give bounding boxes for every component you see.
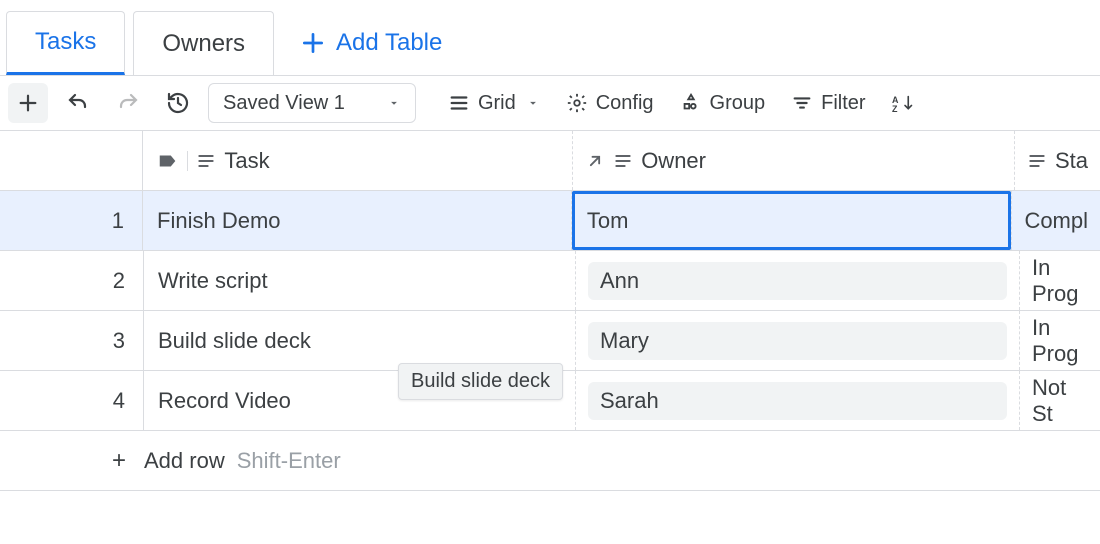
history-button[interactable] [158, 83, 198, 123]
caret-down-icon [387, 96, 401, 110]
group-label: Group [710, 92, 766, 115]
table-tabs: Tasks Owners Add Table [0, 0, 1100, 75]
redo-button[interactable] [108, 83, 148, 123]
group-button[interactable]: Group [672, 83, 774, 123]
table-row[interactable]: 2 Write script Ann In Prog [0, 251, 1100, 311]
table-row[interactable]: 1 Finish Demo Tom Compl [0, 191, 1100, 251]
table-row[interactable]: 3 Build slide deck Build slide deck Mary… [0, 311, 1100, 371]
column-header-status[interactable]: Sta [1015, 131, 1100, 190]
lookup-arrow-icon [585, 151, 605, 171]
grid-icon [448, 92, 470, 114]
add-row-shortcut: Shift-Enter [237, 448, 341, 474]
add-row-button[interactable]: + Add row Shift-Enter [0, 431, 1100, 491]
config-label: Config [596, 92, 654, 115]
tab-owners[interactable]: Owners [133, 11, 274, 75]
saved-view-label: Saved View 1 [223, 92, 345, 115]
cell-owner[interactable]: Tom [572, 191, 1013, 250]
row-number-header [0, 131, 143, 190]
view-type-select[interactable]: Grid [440, 83, 548, 123]
column-status-label: Sta [1055, 148, 1088, 174]
cell-status[interactable]: In Prog [1020, 311, 1100, 370]
row-number: 4 [0, 371, 144, 430]
text-type-icon [1027, 151, 1047, 171]
owner-chip[interactable]: Mary [588, 322, 1007, 360]
row-number: 1 [0, 191, 143, 250]
row-number: 2 [0, 251, 144, 310]
cell-owner[interactable]: Sarah [576, 371, 1020, 430]
tab-label: Owners [162, 30, 245, 58]
add-table-label: Add Table [336, 29, 442, 57]
column-task-label: Task [224, 148, 269, 174]
row-number: 3 [0, 311, 144, 370]
group-icon [680, 92, 702, 114]
data-grid: Task Owner Sta 1 Fi [0, 131, 1100, 491]
column-header-task[interactable]: Task [143, 131, 573, 190]
cell-status[interactable]: Not St [1020, 371, 1100, 430]
column-header-row: Task Owner Sta [0, 131, 1100, 191]
svg-text:Z: Z [892, 104, 898, 114]
cell-status[interactable]: Compl [1012, 191, 1100, 250]
owner-chip[interactable]: Sarah [588, 382, 1007, 420]
cell-task[interactable]: Write script [144, 251, 576, 310]
sort-az-icon: AZ [892, 91, 918, 115]
label-icon [157, 150, 179, 172]
cell-tooltip: Build slide deck [398, 363, 563, 400]
filter-label: Filter [821, 92, 865, 115]
cell-owner[interactable]: Ann [576, 251, 1020, 310]
saved-view-select[interactable]: Saved View 1 [208, 83, 416, 123]
column-header-owner[interactable]: Owner [573, 131, 1015, 190]
add-button[interactable] [8, 83, 48, 123]
cell-task[interactable]: Finish Demo [143, 191, 572, 250]
grid-label: Grid [478, 92, 516, 115]
text-type-icon [613, 151, 633, 171]
add-table-button[interactable]: Add Table [282, 11, 460, 75]
undo-button[interactable] [58, 83, 98, 123]
filter-icon [791, 92, 813, 114]
tab-label: Tasks [35, 28, 96, 56]
divider [187, 151, 188, 171]
cell-task[interactable]: Build slide deck Build slide deck [144, 311, 576, 370]
tab-tasks[interactable]: Tasks [6, 11, 125, 75]
plus-icon [300, 30, 326, 56]
caret-down-icon [526, 96, 540, 110]
gear-icon [566, 92, 588, 114]
sort-button[interactable]: AZ [884, 83, 918, 123]
cell-status[interactable]: In Prog [1020, 251, 1100, 310]
config-button[interactable]: Config [558, 83, 662, 123]
owner-chip[interactable]: Ann [588, 262, 1007, 300]
cell-owner[interactable]: Mary [576, 311, 1020, 370]
plus-icon: + [112, 447, 126, 475]
text-type-icon [196, 151, 216, 171]
column-owner-label: Owner [641, 148, 706, 174]
filter-button[interactable]: Filter [783, 83, 873, 123]
selected-cell[interactable]: Tom [572, 191, 1012, 250]
toolbar: Saved View 1 Grid Config Group Filter [0, 75, 1100, 131]
add-row-label: Add row [144, 448, 225, 474]
